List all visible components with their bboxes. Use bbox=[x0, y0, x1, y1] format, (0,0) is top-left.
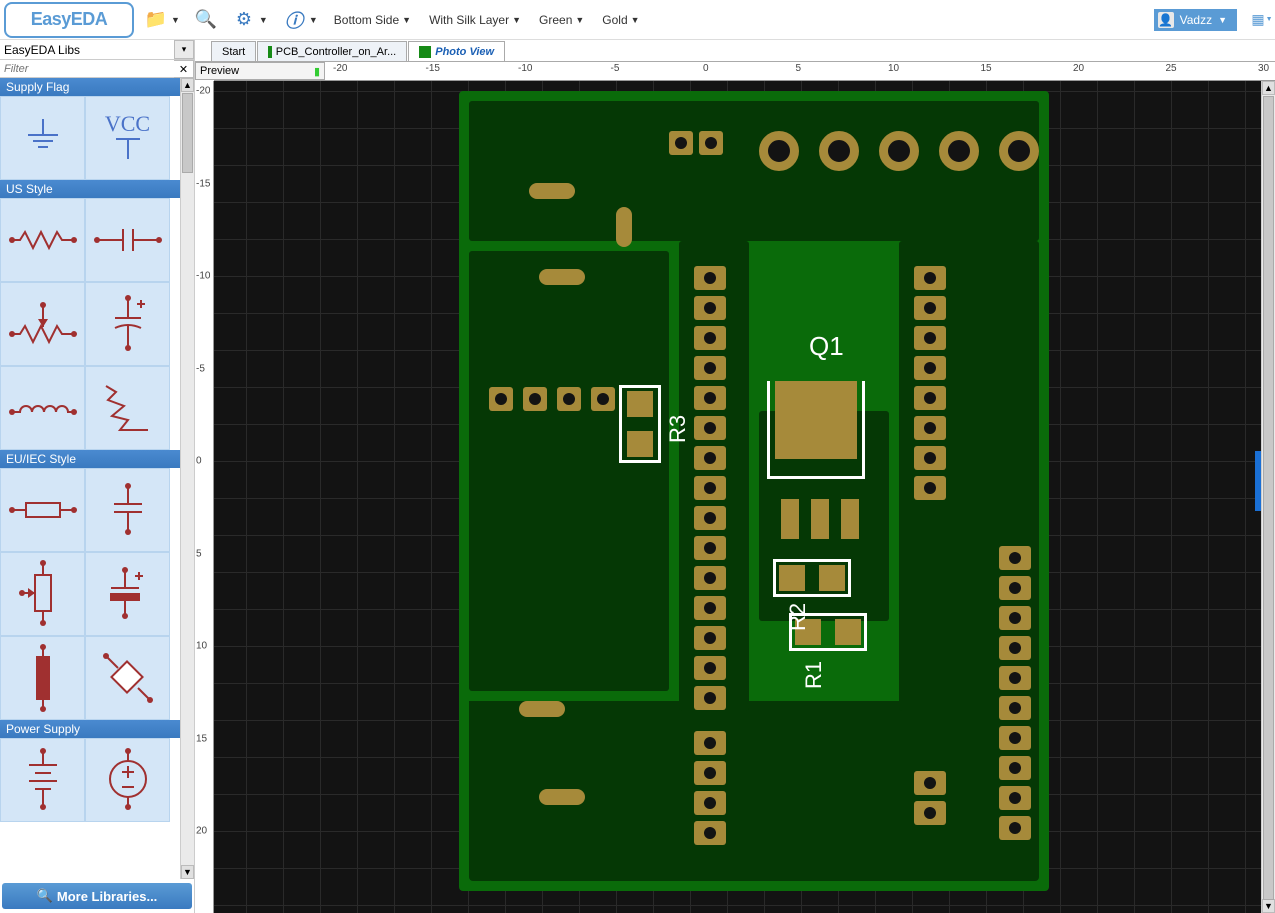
silk-layer-label: With Silk Layer bbox=[429, 13, 509, 27]
more-libraries-label: More Libraries... bbox=[57, 889, 157, 904]
chevron-down-icon: ▼ bbox=[631, 15, 640, 25]
scrollbar-thumb[interactable] bbox=[182, 93, 193, 173]
search-icon: 🔍 bbox=[37, 888, 53, 904]
component-inductor-us[interactable] bbox=[0, 366, 85, 450]
search-parts-button[interactable]: 🔍 bbox=[190, 6, 222, 34]
surface-finish-dropdown[interactable]: Gold ▼ bbox=[596, 13, 645, 27]
user-avatar-icon: 👤 bbox=[1158, 12, 1174, 28]
parts-search-icon: 🔍 bbox=[194, 8, 218, 32]
top-toolbar: EasyEDA 📁 ▼ 🔍 ⚙ ▼ ⓘ ▼ Bottom Side ▼ With… bbox=[0, 0, 1275, 40]
component-diode-eu[interactable] bbox=[85, 636, 170, 720]
view-side-label: Bottom Side bbox=[334, 13, 399, 27]
chevron-down-icon: ▼ bbox=[512, 15, 521, 25]
tab-start[interactable]: Start bbox=[211, 41, 256, 61]
chevron-down-icon: ▾ bbox=[182, 44, 187, 55]
library-selector[interactable] bbox=[0, 40, 174, 59]
ref-designator-r1: R1 bbox=[801, 661, 827, 689]
scrollbar-thumb[interactable] bbox=[1263, 96, 1274, 900]
library-section-header[interactable]: Power Supply bbox=[0, 720, 180, 738]
chevron-down-icon: ▼ bbox=[575, 15, 584, 25]
battery-icon: ▮ bbox=[314, 65, 320, 78]
close-icon: ✕ bbox=[179, 63, 188, 76]
component-potentiometer-us[interactable] bbox=[0, 282, 85, 366]
library-filter-input[interactable] bbox=[0, 60, 174, 78]
info-icon: ⓘ bbox=[282, 8, 306, 32]
tab-label: Start bbox=[222, 46, 245, 58]
chevron-down-icon: ▼ bbox=[402, 15, 411, 25]
surface-finish-label: Gold bbox=[602, 13, 627, 27]
user-name-label: Vadzz bbox=[1180, 13, 1212, 27]
settings-menu-button[interactable]: ⚙ ▼ bbox=[228, 6, 272, 34]
component-gnd[interactable] bbox=[0, 96, 85, 180]
preview-label: Preview bbox=[200, 65, 239, 77]
silk-layer-dropdown[interactable]: With Silk Layer ▼ bbox=[423, 13, 527, 27]
component-dc-source[interactable] bbox=[85, 738, 170, 822]
component-capacitor-us[interactable] bbox=[85, 198, 170, 282]
horizontal-ruler: -25-20-15-10-505101520253035 bbox=[214, 62, 1275, 81]
vertical-ruler: -25-20-15-10-505101520 bbox=[195, 81, 214, 913]
library-sidebar: ▾ ✕ Supply Flag VCC bbox=[0, 40, 195, 913]
component-resistor-eu[interactable] bbox=[0, 468, 85, 552]
component-vcc[interactable]: VCC bbox=[85, 96, 170, 180]
folder-icon: 📁 bbox=[144, 8, 168, 32]
gear-icon: ⚙ bbox=[232, 8, 256, 32]
library-close-button[interactable]: ✕ bbox=[174, 60, 194, 78]
photo-view-icon bbox=[419, 46, 431, 58]
library-section-header[interactable]: EU/IEC Style bbox=[0, 450, 180, 468]
component-potentiometer-eu[interactable] bbox=[0, 552, 85, 636]
user-menu[interactable]: 👤 Vadzz ▼ bbox=[1154, 9, 1237, 31]
pcb-file-icon bbox=[268, 46, 272, 58]
scroll-up-button[interactable]: ▲ bbox=[181, 78, 194, 92]
component-resistor-us[interactable] bbox=[0, 198, 85, 282]
tab-pcb-controller[interactable]: PCB_Controller_on_Ar... bbox=[257, 41, 407, 61]
scroll-up-button[interactable]: ▲ bbox=[1262, 81, 1275, 95]
view-side-dropdown[interactable]: Bottom Side ▼ bbox=[328, 13, 417, 27]
preview-panel[interactable]: Preview ▮ bbox=[195, 62, 325, 80]
file-menu-button[interactable]: 📁 ▼ bbox=[140, 6, 184, 34]
chevron-down-icon: ▼ bbox=[259, 15, 268, 25]
component-capacitor-eu[interactable] bbox=[85, 468, 170, 552]
component-battery[interactable] bbox=[0, 738, 85, 822]
component-capacitor-polarized-us[interactable] bbox=[85, 282, 170, 366]
more-libraries-button[interactable]: 🔍 More Libraries... bbox=[2, 883, 192, 909]
library-scrollbar[interactable]: ▲ ▼ bbox=[180, 78, 194, 879]
scroll-down-button[interactable]: ▼ bbox=[1262, 899, 1275, 913]
tab-label: PCB_Controller_on_Ar... bbox=[276, 46, 396, 58]
canvas-scrollbar-vertical[interactable]: ▲ ▼ bbox=[1261, 81, 1275, 913]
component-capacitor-polarized-eu[interactable] bbox=[85, 552, 170, 636]
library-section-header[interactable]: US Style bbox=[0, 180, 180, 198]
pcb-canvas[interactable]: Q1 R3 R2 R1 bbox=[214, 81, 1261, 913]
tab-photo-view[interactable]: Photo View bbox=[408, 41, 505, 61]
tab-bar: Start PCB_Controller_on_Ar... Photo View bbox=[195, 40, 1275, 62]
scroll-down-button[interactable]: ▼ bbox=[181, 865, 194, 879]
chevron-down-icon: ▼ bbox=[1218, 15, 1227, 25]
ref-designator-r3: R3 bbox=[665, 415, 691, 443]
pcb-color-label: Green bbox=[539, 13, 572, 27]
ref-designator-q1: Q1 bbox=[809, 331, 844, 362]
component-resistor-us-alt[interactable] bbox=[85, 366, 170, 450]
ref-designator-r2: R2 bbox=[785, 603, 811, 631]
pcb-board: Q1 R3 R2 R1 bbox=[459, 91, 1049, 891]
library-dropdown-button[interactable]: ▾ bbox=[174, 40, 194, 59]
library-section-header[interactable]: Supply Flag bbox=[0, 78, 180, 96]
library-list: Supply Flag VCC US bbox=[0, 78, 180, 879]
chevron-down-icon: ▼ bbox=[309, 15, 318, 25]
component-fuse-eu[interactable] bbox=[0, 636, 85, 720]
pcb-color-dropdown[interactable]: Green ▼ bbox=[533, 13, 590, 27]
tab-label: Photo View bbox=[435, 46, 494, 58]
easyeda-logo[interactable]: EasyEDA bbox=[4, 2, 134, 38]
vcc-text-icon: VCC bbox=[103, 111, 153, 137]
help-menu-button[interactable]: ⓘ ▼ bbox=[278, 6, 322, 34]
chevron-down-icon: ▼ bbox=[171, 15, 180, 25]
window-layout-button[interactable]: ▦▼ bbox=[1253, 11, 1271, 29]
right-panel-toggle[interactable] bbox=[1255, 451, 1261, 511]
